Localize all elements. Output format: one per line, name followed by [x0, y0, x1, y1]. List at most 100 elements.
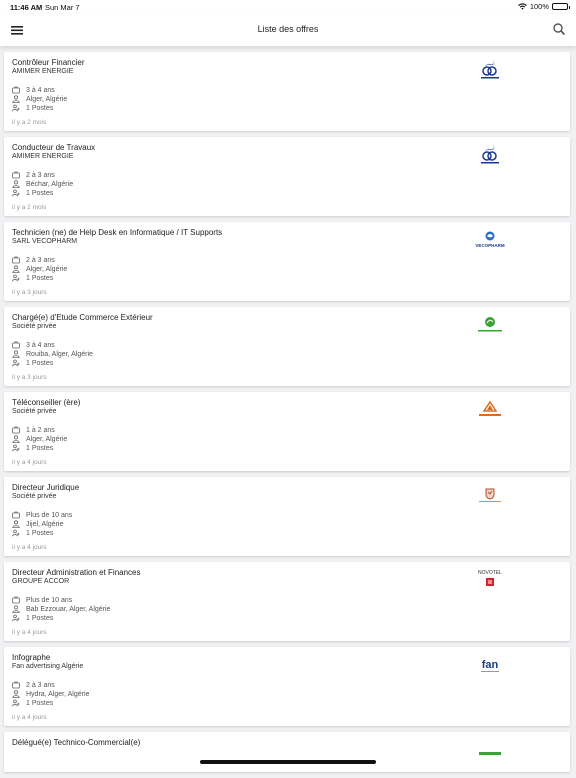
- svg-text:أميمر: أميمر: [485, 145, 495, 151]
- experience-row: 2 à 3 ans: [12, 171, 55, 179]
- experience-row: 1 à 2 ans: [12, 426, 55, 434]
- people-icon: [12, 189, 20, 197]
- vecopharm-logo-text: VECOPHARM: [475, 243, 505, 248]
- offer-card[interactable]: Téléconseiller (ère) Société privée 1 à …: [4, 392, 570, 471]
- location-row: Béchar, Algérie: [12, 180, 73, 188]
- offer-location: Hydra, Alger, Algérie: [26, 690, 90, 698]
- offer-title: Directeur Juridique: [12, 483, 80, 492]
- experience-row: Plus de 10 ans: [12, 511, 72, 519]
- people-icon: [12, 444, 20, 452]
- experience-row: Plus de 10 ans: [12, 596, 72, 604]
- location-row: Alger, Algérie: [12, 95, 67, 103]
- status-right: 100%: [517, 2, 570, 11]
- person-icon: [12, 520, 20, 528]
- offer-positions: 1 Postes: [26, 444, 54, 452]
- offer-company: SARL VECOPHARM: [12, 238, 78, 245]
- offer-company: Fan advertising Algérie: [12, 663, 84, 670]
- people-icon: [12, 359, 20, 367]
- positions-row: 1 Postes: [12, 529, 53, 537]
- vecopharm-logo: VECOPHARM: [470, 228, 510, 252]
- location-row: Alger, Algérie: [12, 435, 67, 443]
- positions-row: 1 Postes: [12, 274, 53, 282]
- location-row: Bab Ezzouar, Alger, Algérie: [12, 605, 110, 613]
- status-bar: 11:46 AM Sun Mar 7 100%: [0, 0, 576, 14]
- offers-list: Contrôleur Financier AMIMER ENERGIE 3 à …: [4, 52, 570, 778]
- home-indicator[interactable]: [200, 760, 376, 764]
- offer-company: AMIMER ENERGIE: [12, 68, 74, 75]
- people-icon: [12, 529, 20, 537]
- person-icon: [12, 180, 20, 188]
- person-icon: [12, 605, 20, 613]
- briefcase-icon: [12, 171, 20, 179]
- experience-row: 2 à 3 ans: [12, 256, 55, 264]
- person-icon: [12, 350, 20, 358]
- person-icon: [12, 435, 20, 443]
- briefcase-icon: [12, 596, 20, 604]
- offer-title: Contrôleur Financier: [12, 58, 85, 67]
- offer-posted: il y a 3 jours: [12, 289, 47, 296]
- offer-posted: il y a 2 mois: [12, 204, 47, 211]
- battery-percent: 100%: [529, 2, 549, 11]
- offer-experience: 2 à 3 ans: [26, 256, 55, 264]
- offer-card[interactable]: Conducteur de Travaux AMIMER ENERGIE 2 à…: [4, 137, 570, 216]
- experience-row: 3 à 4 ans: [12, 341, 55, 349]
- nav-bar: Liste des offres: [0, 14, 576, 46]
- offer-location: Rouiba, Alger, Algérie: [26, 350, 93, 358]
- offer-title: Directeur Administration et Finances: [12, 568, 141, 577]
- offer-positions: 1 Postes: [26, 699, 54, 707]
- offer-card[interactable]: Directeur Administration et Finances GRO…: [4, 562, 570, 641]
- offer-card[interactable]: Contrôleur Financier AMIMER ENERGIE 3 à …: [4, 52, 570, 131]
- offer-company: AMIMER ENERGIE: [12, 153, 74, 160]
- offer-card[interactable]: Chargé(e) d'Etude Commerce Extérieur Soc…: [4, 307, 570, 386]
- offer-experience: 3 à 4 ans: [26, 86, 55, 94]
- people-icon: [12, 614, 20, 622]
- orange-triangle-logo: [470, 398, 510, 422]
- battery-icon: [552, 3, 570, 10]
- offer-company: GROUPE ACCOR: [12, 578, 70, 585]
- offer-title: Téléconseiller (ère): [12, 398, 81, 407]
- offer-experience: 2 à 3 ans: [26, 171, 55, 179]
- search-icon[interactable]: [552, 22, 566, 36]
- offer-positions: 1 Postes: [26, 104, 54, 112]
- briefcase-icon: [12, 681, 20, 689]
- offer-posted: il y a 3 jours: [12, 374, 47, 381]
- fan-logo-text: fan: [482, 659, 499, 671]
- person-icon: [12, 690, 20, 698]
- offer-company: Société privée: [12, 323, 57, 330]
- offer-posted: il y a 4 jours: [12, 629, 47, 636]
- briefcase-icon: [12, 511, 20, 519]
- people-icon: [12, 104, 20, 112]
- person-icon: [12, 265, 20, 273]
- green-text-logo: [470, 738, 510, 762]
- positions-row: 1 Postes: [12, 189, 53, 197]
- location-row: Alger, Algérie: [12, 265, 67, 273]
- positions-row: 1 Postes: [12, 359, 53, 367]
- offer-company: Société privée: [12, 493, 57, 500]
- offer-title: Chargé(e) d'Etude Commerce Extérieur: [12, 313, 153, 322]
- offer-company: Société privée: [12, 408, 57, 415]
- offer-card[interactable]: Infographe Fan advertising Algérie 2 à 3…: [4, 647, 570, 726]
- offer-title: Technicien (ne) de Help Desk en Informat…: [12, 228, 223, 237]
- amimer-logo: أميمر: [470, 143, 510, 167]
- people-icon: [12, 274, 20, 282]
- offer-posted: il y a 2 mois: [12, 119, 47, 126]
- location-row: Hydra, Alger, Algérie: [12, 690, 89, 698]
- offer-location: Alger, Algérie: [26, 435, 68, 443]
- offer-location: Jijel, Algérie: [26, 520, 64, 528]
- offer-experience: Plus de 10 ans: [26, 511, 73, 519]
- offer-card[interactable]: Délégué(e) Technico-Commercial(e): [4, 732, 570, 772]
- offer-card[interactable]: Technicien (ne) de Help Desk en Informat…: [4, 222, 570, 301]
- svg-text:أميمر: أميمر: [485, 60, 495, 66]
- offer-title: Conducteur de Travaux: [12, 143, 96, 152]
- status-date: Sun Mar 7: [45, 3, 80, 12]
- novotel-logo-text: NOVOTEL: [478, 570, 502, 576]
- offer-experience: 1 à 2 ans: [26, 426, 55, 434]
- positions-row: 1 Postes: [12, 699, 53, 707]
- briefcase-icon: [12, 86, 20, 94]
- experience-row: 3 à 4 ans: [12, 86, 55, 94]
- fan-logo: fan: [470, 653, 510, 677]
- offer-card[interactable]: Directeur Juridique Société privée Plus …: [4, 477, 570, 556]
- location-row: Jijel, Algérie: [12, 520, 63, 528]
- briefcase-icon: [12, 341, 20, 349]
- people-icon: [12, 699, 20, 707]
